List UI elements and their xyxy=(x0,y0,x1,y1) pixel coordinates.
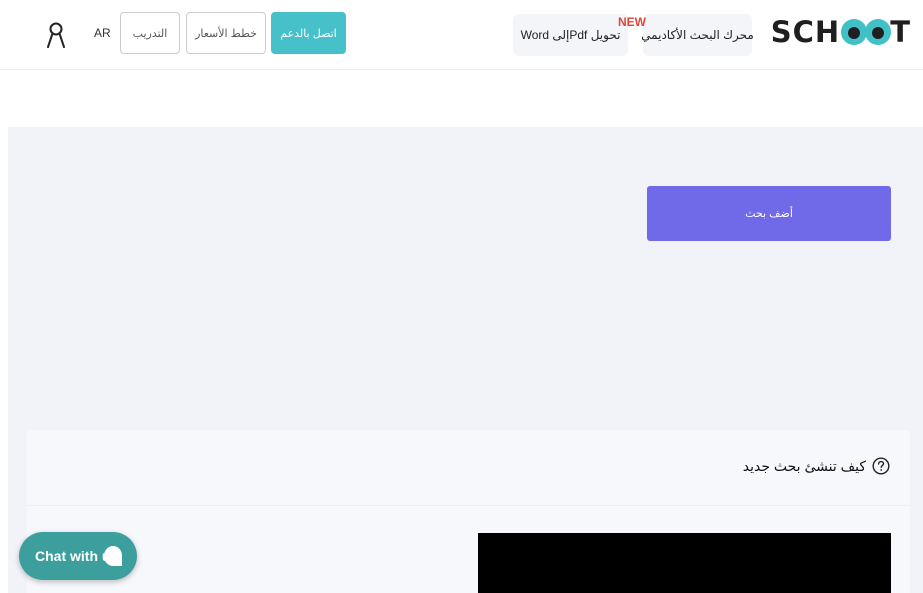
pricing-plans-button[interactable]: خطط الأسعار xyxy=(186,12,266,54)
how-to-card-title-text: كيف تنشئ بحث جديد xyxy=(742,457,866,474)
chat-widget-button[interactable]: Chat with us xyxy=(19,532,137,580)
nav-academic-search[interactable]: محرك البحث الأكاديمي xyxy=(641,14,754,56)
nav-academic-search-label: محرك البحث الأكاديمي xyxy=(641,28,754,42)
pricing-plans-label: خطط الأسعار xyxy=(195,27,257,40)
help-circle-icon xyxy=(872,457,890,475)
new-badge: NEW xyxy=(618,15,646,29)
schoolot-logo[interactable]: SCH T xyxy=(771,12,911,52)
contact-support-label: اتصل بالدعم xyxy=(280,27,337,40)
training-button[interactable]: التدريب xyxy=(120,12,180,54)
logo-eye-right xyxy=(865,19,892,45)
tutorial-video[interactable] xyxy=(478,533,891,593)
logo-eye-left xyxy=(841,19,868,45)
nav-pdf-to-word[interactable]: تحويل Pdfإلى Word xyxy=(513,14,628,56)
chat-bubble-icon xyxy=(104,546,122,566)
how-to-card-title: كيف تنشئ بحث جديد xyxy=(743,457,890,475)
top-header: SCH T محرك البحث الأكاديمي تحويل Pdfإلى … xyxy=(0,0,923,70)
logo-eyes-icon xyxy=(841,19,892,45)
add-research-button[interactable]: أضف بحث xyxy=(647,186,891,241)
user-icon[interactable] xyxy=(46,22,66,48)
how-to-card-header: كيف تنشئ بحث جديد xyxy=(27,430,910,506)
nav-pdf-to-word-label: تحويل Pdfإلى Word xyxy=(520,28,621,42)
logo-text-left: SCH xyxy=(770,15,841,49)
language-switcher[interactable]: AR xyxy=(94,26,111,40)
add-research-label: أضف بحث xyxy=(745,208,793,220)
contact-support-button[interactable]: اتصل بالدعم xyxy=(271,12,346,54)
training-label: التدريب xyxy=(132,27,168,40)
logo-text-right: T xyxy=(890,15,911,49)
